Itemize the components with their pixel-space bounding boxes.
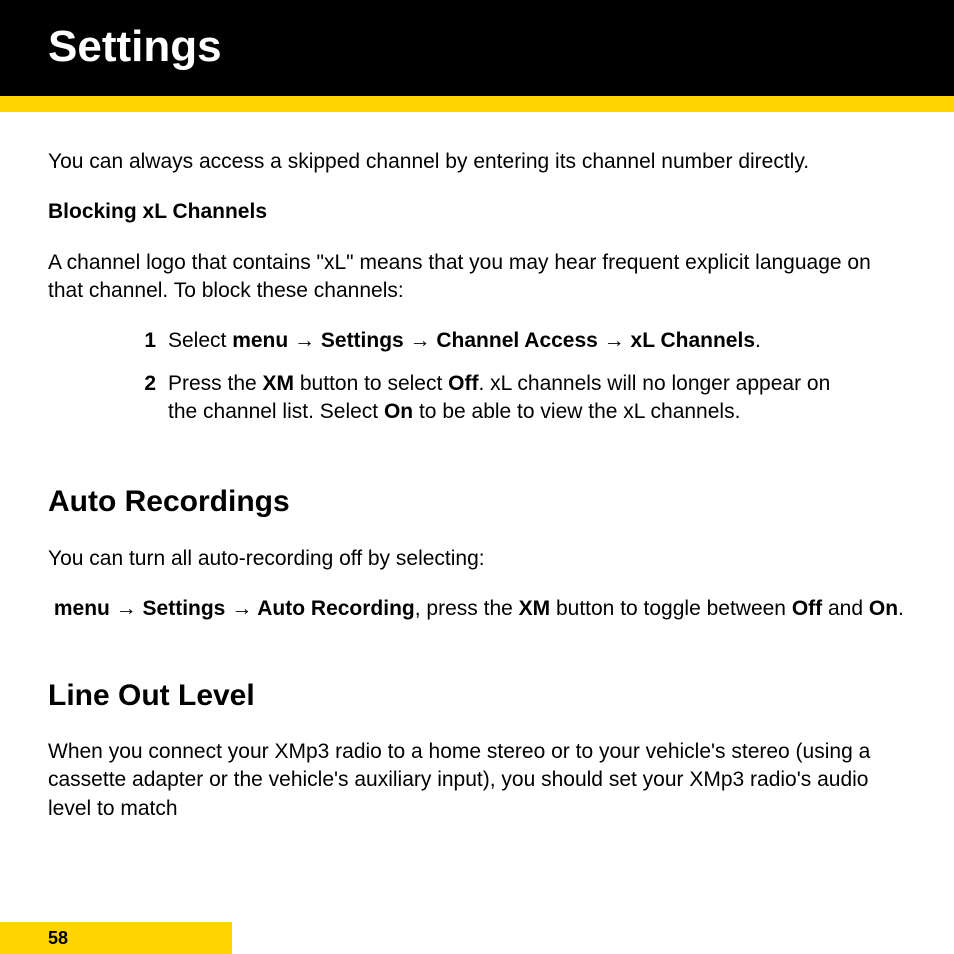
- step-number: 1: [128, 327, 156, 355]
- accent-band: [0, 96, 954, 112]
- header-band: Settings: [0, 0, 954, 96]
- autorec-path: menu → Settings → Auto Recording, press …: [48, 595, 906, 623]
- content-area: You can always access a skipped channel …: [0, 112, 954, 954]
- lineout-heading: Line Out Level: [48, 676, 906, 717]
- page-footer: 58: [0, 922, 232, 954]
- page-title: Settings: [48, 22, 954, 72]
- step-text: Press the XM button to select Off. xL ch…: [168, 370, 848, 427]
- intro-text: You can always access a skipped channel …: [48, 148, 906, 176]
- page-number: 58: [48, 928, 68, 949]
- autorec-p1: You can turn all auto-recording off by s…: [48, 545, 906, 573]
- step-text: Select menu → Settings → Channel Access …: [168, 327, 848, 355]
- blocking-heading: Blocking xL Channels: [48, 198, 906, 226]
- step-number: 2: [128, 370, 156, 427]
- step-1: 1 Select menu → Settings → Channel Acces…: [128, 327, 848, 355]
- autorec-heading: Auto Recordings: [48, 482, 906, 523]
- lineout-p1: When you connect your XMp3 radio to a ho…: [48, 738, 906, 823]
- document-page: Settings You can always access a skipped…: [0, 0, 954, 954]
- blocking-desc: A channel logo that contains "xL" means …: [48, 249, 906, 306]
- blocking-steps: 1 Select menu → Settings → Channel Acces…: [128, 327, 906, 426]
- step-2: 2 Press the XM button to select Off. xL …: [128, 370, 848, 427]
